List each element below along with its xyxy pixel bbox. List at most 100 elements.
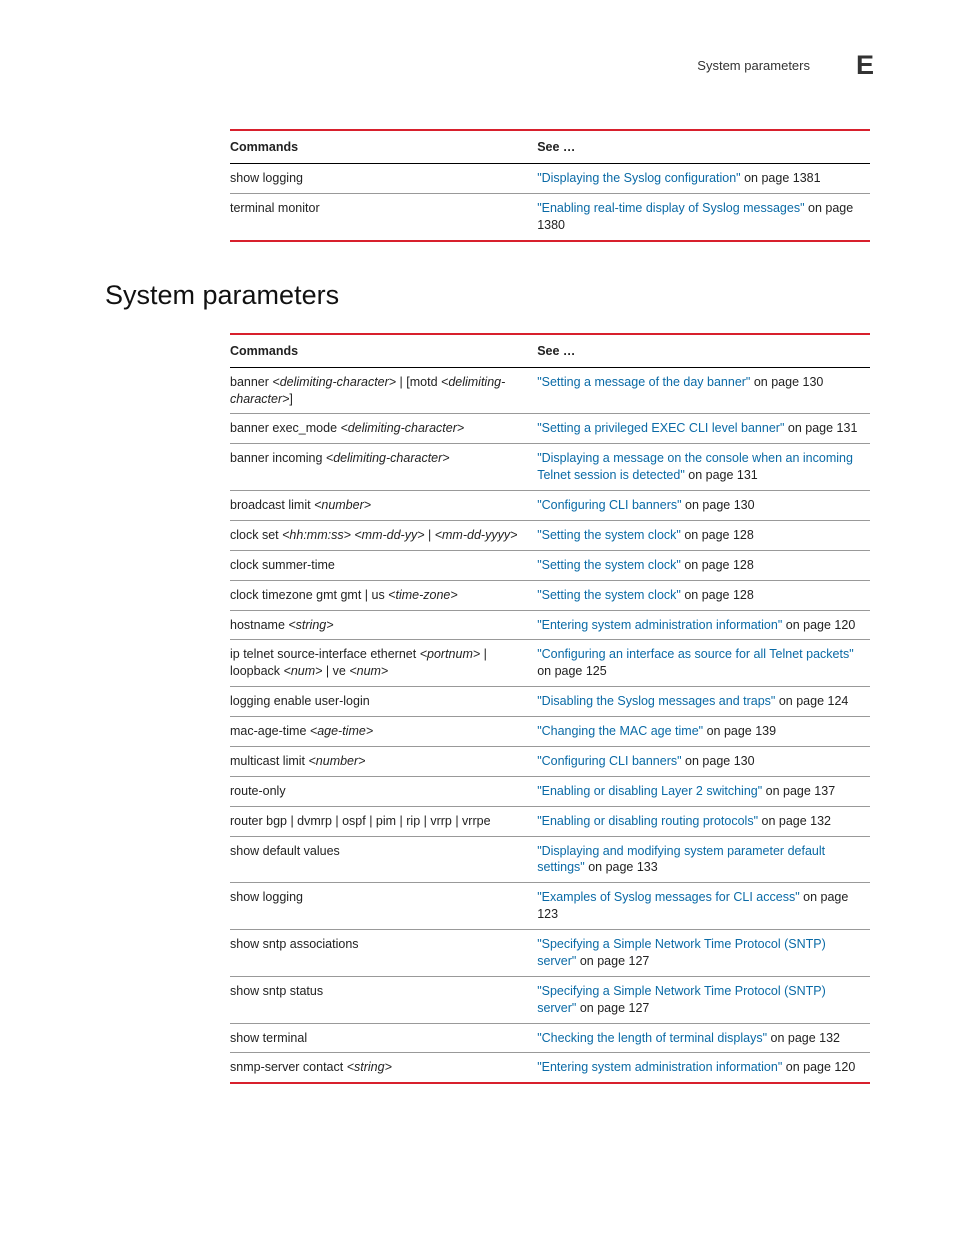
syslog-table-body: show logging"Displaying the Syslog confi… [230,164,870,241]
col-header-see: See … [537,334,870,368]
see-cell: "Specifying a Simple Network Time Protoc… [537,976,870,1023]
reference-link[interactable]: "Displaying the Syslog configuration" [537,171,740,185]
see-cell: "Setting a privileged EXEC CLI level ban… [537,414,870,444]
reference-link[interactable]: "Configuring CLI banners" [537,754,681,768]
reference-suffix: on page 128 [681,588,754,602]
table-row: router bgp | dvmrp | ospf | pim | rip | … [230,806,870,836]
reference-link[interactable]: "Displaying and modifying system paramet… [537,844,825,875]
reference-link[interactable]: "Setting a message of the day banner" [537,375,750,389]
reference-suffix: on page 131 [685,468,758,482]
reference-suffix: on page 125 [537,664,607,678]
command-cell: hostname <string> [230,610,537,640]
reference-suffix: on page 1381 [741,171,821,185]
see-cell: "Enabling or disabling routing protocols… [537,806,870,836]
reference-suffix: on page 120 [782,1060,855,1074]
table-row: banner exec_mode <delimiting-character>"… [230,414,870,444]
reference-suffix: on page 130 [682,498,755,512]
see-cell: "Setting the system clock" on page 128 [537,520,870,550]
section-title: System parameters [105,280,874,311]
see-cell: "Enabling real-time display of Syslog me… [537,193,870,240]
command-cell: show logging [230,164,537,194]
see-cell: "Entering system administration informat… [537,610,870,640]
table-row: show logging"Displaying the Syslog confi… [230,164,870,194]
command-cell: multicast limit <number> [230,746,537,776]
command-cell: mac-age-time <age-time> [230,717,537,747]
command-cell: show default values [230,836,537,883]
see-cell: "Checking the length of terminal display… [537,1023,870,1053]
reference-suffix: on page 133 [585,860,658,874]
command-cell: router bgp | dvmrp | ospf | pim | rip | … [230,806,537,836]
reference-link[interactable]: "Configuring CLI banners" [537,498,681,512]
command-cell: show logging [230,883,537,930]
reference-link[interactable]: "Setting a privileged EXEC CLI level ban… [537,421,784,435]
reference-link[interactable]: "Enabling or disabling routing protocols… [537,814,758,828]
see-cell: "Configuring an interface as source for … [537,640,870,687]
page-header: System parameters E [105,50,874,81]
syslog-commands-table: Commands See … show logging"Displaying t… [230,129,870,242]
reference-link[interactable]: "Configuring an interface as source for … [537,647,853,661]
col-header-commands: Commands [230,334,537,368]
reference-suffix: on page 132 [767,1031,840,1045]
reference-suffix: on page 127 [576,1001,649,1015]
table-row: show terminal"Checking the length of ter… [230,1023,870,1053]
system-parameters-table-body: banner <delimiting-character> | [motd <d… [230,367,870,1083]
see-cell: "Disabling the Syslog messages and traps… [537,687,870,717]
reference-suffix: on page 139 [703,724,776,738]
table-row: banner incoming <delimiting-character>"D… [230,444,870,491]
see-cell: "Configuring CLI banners" on page 130 [537,746,870,776]
col-header-see: See … [537,130,870,164]
command-cell: show terminal [230,1023,537,1053]
table-row: banner <delimiting-character> | [motd <d… [230,367,870,414]
table-row: multicast limit <number>"Configuring CLI… [230,746,870,776]
reference-suffix: on page 120 [782,618,855,632]
reference-suffix: on page 132 [758,814,831,828]
see-cell: "Examples of Syslog messages for CLI acc… [537,883,870,930]
reference-link[interactable]: "Setting the system clock" [537,528,681,542]
reference-suffix: on page 131 [784,421,857,435]
command-cell: banner exec_mode <delimiting-character> [230,414,537,444]
reference-link[interactable]: "Entering system administration informat… [537,618,782,632]
reference-suffix: on page 137 [762,784,835,798]
see-cell: "Setting the system clock" on page 128 [537,580,870,610]
command-cell: logging enable user-login [230,687,537,717]
reference-link[interactable]: "Entering system administration informat… [537,1060,782,1074]
reference-suffix: on page 128 [681,558,754,572]
reference-link[interactable]: "Enabling or disabling Layer 2 switching… [537,784,762,798]
command-cell: banner <delimiting-character> | [motd <d… [230,367,537,414]
see-cell: "Enabling or disabling Layer 2 switching… [537,776,870,806]
command-cell: snmp-server contact <string> [230,1053,537,1083]
reference-link[interactable]: "Disabling the Syslog messages and traps… [537,694,775,708]
table-row: logging enable user-login"Disabling the … [230,687,870,717]
reference-link[interactable]: "Setting the system clock" [537,558,681,572]
reference-suffix: on page 128 [681,528,754,542]
table-row: show default values"Displaying and modif… [230,836,870,883]
table-row: clock timezone gmt gmt | us <time-zone>"… [230,580,870,610]
reference-link[interactable]: "Setting the system clock" [537,588,681,602]
reference-link[interactable]: "Changing the MAC age time" [537,724,703,738]
table-row: ip telnet source-interface ethernet <por… [230,640,870,687]
see-cell: "Changing the MAC age time" on page 139 [537,717,870,747]
header-letter: E [856,50,874,81]
table-row: clock summer-time"Setting the system clo… [230,550,870,580]
command-cell: clock set <hh:mm:ss> <mm-dd-yy> | <mm-dd… [230,520,537,550]
table-row: show sntp associations"Specifying a Simp… [230,930,870,977]
command-cell: show sntp status [230,976,537,1023]
header-title: System parameters [697,58,810,73]
table-row: hostname <string>"Entering system admini… [230,610,870,640]
reference-suffix: on page 127 [576,954,649,968]
col-header-commands: Commands [230,130,537,164]
see-cell: "Setting the system clock" on page 128 [537,550,870,580]
see-cell: "Configuring CLI banners" on page 130 [537,491,870,521]
see-cell: "Entering system administration informat… [537,1053,870,1083]
table-row: show logging"Examples of Syslog messages… [230,883,870,930]
reference-suffix: on page 130 [750,375,823,389]
see-cell: "Displaying the Syslog configuration" on… [537,164,870,194]
table-row: route-only"Enabling or disabling Layer 2… [230,776,870,806]
table-row: clock set <hh:mm:ss> <mm-dd-yy> | <mm-dd… [230,520,870,550]
reference-link[interactable]: "Examples of Syslog messages for CLI acc… [537,890,799,904]
reference-link[interactable]: "Checking the length of terminal display… [537,1031,767,1045]
reference-suffix: on page 130 [682,754,755,768]
command-cell: clock timezone gmt gmt | us <time-zone> [230,580,537,610]
command-cell: banner incoming <delimiting-character> [230,444,537,491]
reference-link[interactable]: "Enabling real-time display of Syslog me… [537,201,804,215]
